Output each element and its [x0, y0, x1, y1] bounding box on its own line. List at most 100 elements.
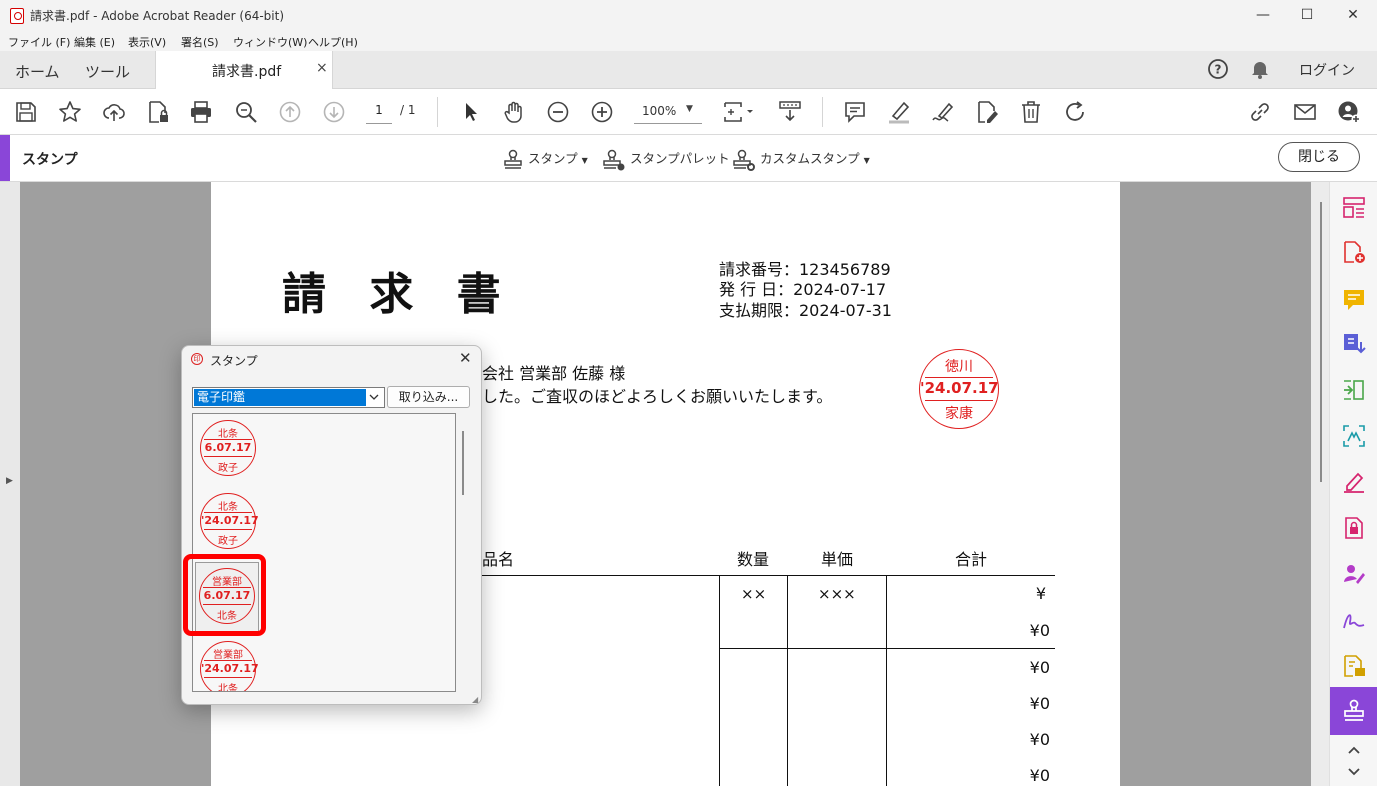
- seal-app-icon: 印: [191, 353, 203, 365]
- next-page-icon[interactable]: [322, 100, 346, 124]
- stamp-item[interactable]: 営業部 '24.07.17 北条: [200, 641, 259, 691]
- stamp-dropdown-button[interactable]: スタンプ ▼: [502, 148, 588, 171]
- dialog-close-icon[interactable]: ✕: [459, 349, 472, 367]
- request-signature-icon[interactable]: [1342, 562, 1366, 586]
- email-icon[interactable]: [1293, 100, 1317, 124]
- seal-divider: [924, 377, 994, 378]
- stamp-top-text: 北条: [218, 429, 238, 440]
- fill-sign-icon[interactable]: [1342, 470, 1366, 494]
- table-rule: [719, 575, 720, 786]
- close-tool-button[interactable]: 閉じる: [1278, 142, 1360, 172]
- tab-document[interactable]: 請求書.pdf ×: [155, 51, 333, 89]
- stamp-rail-button[interactable]: [1330, 687, 1377, 735]
- stamp-item[interactable]: 北条 6.07.17 政子: [200, 420, 256, 476]
- menu-bar: ファイル (F) 編集 (E) 表示(V) 署名(S) ウィンドウ(W) ヘルプ…: [0, 31, 1377, 51]
- stamp-list-scrollbar[interactable]: [462, 431, 464, 495]
- stamp-date: '24.07.17: [201, 662, 259, 675]
- stamp-category-select[interactable]: 電子印鑑: [192, 387, 385, 408]
- bookmark-star-icon[interactable]: [58, 100, 82, 124]
- menu-edit[interactable]: 編集 (E): [74, 34, 115, 50]
- selection-highlight: [183, 554, 266, 636]
- hand-tool-icon[interactable]: [502, 100, 526, 124]
- table-cell-total: ¥0: [1029, 621, 1050, 640]
- stamp-palette-label: スタンプパレット: [629, 151, 730, 166]
- add-user-icon[interactable]: [1337, 100, 1361, 124]
- import-button[interactable]: 取り込み...: [387, 386, 470, 408]
- menu-sign[interactable]: 署名(S): [181, 34, 219, 50]
- custom-stamp-label: カスタムスタンプ: [759, 151, 860, 166]
- custom-stamp-button[interactable]: カスタムスタンプ ▼: [732, 148, 870, 171]
- table-rule: [886, 575, 887, 786]
- resize-grip-icon[interactable]: ◢: [472, 695, 478, 704]
- left-panel-toggle[interactable]: ▶: [0, 182, 20, 786]
- table-cell-price: ×××: [818, 585, 856, 603]
- cloud-upload-icon[interactable]: [102, 100, 126, 124]
- print-icon[interactable]: [189, 100, 213, 124]
- login-button[interactable]: ログイン: [1299, 60, 1355, 80]
- comment-rail-icon[interactable]: [1342, 288, 1366, 312]
- zoom-search-icon[interactable]: [234, 100, 258, 124]
- maximize-button[interactable]: ☐: [1284, 4, 1330, 26]
- highlight-pen-icon[interactable]: [887, 100, 911, 124]
- invoice-title: 請 求 書: [282, 269, 515, 320]
- help-icon[interactable]: ?: [1207, 58, 1229, 80]
- stamp-item[interactable]: 北条 '24.07.17 政子: [200, 493, 259, 549]
- measure-tool-icon[interactable]: [1342, 654, 1366, 678]
- export-pdf-icon[interactable]: [1342, 332, 1366, 356]
- stamp-palette-button[interactable]: スタンプパレット: [602, 148, 730, 171]
- edit-pdf-icon[interactable]: [975, 100, 999, 124]
- certificate-sign-icon[interactable]: [1342, 608, 1366, 632]
- trash-icon[interactable]: [1019, 100, 1043, 124]
- scroll-mode-icon[interactable]: [778, 100, 802, 124]
- seal-date: '24.07.17: [920, 379, 999, 397]
- close-tab-icon[interactable]: ×: [316, 60, 328, 76]
- expand-panel-icon[interactable]: ▶: [6, 476, 13, 486]
- page-fit-icon[interactable]: [722, 100, 756, 124]
- stamp-divider: [204, 677, 252, 678]
- page-total: / 1: [400, 103, 416, 117]
- stamp-tool-label: スタンプ: [22, 152, 78, 168]
- chevron-up-icon[interactable]: [1347, 744, 1361, 758]
- stamp-top-text: 北条: [218, 502, 238, 513]
- scrollbar-thumb[interactable]: [1320, 202, 1322, 482]
- select-cursor-icon[interactable]: [459, 100, 483, 124]
- menu-file[interactable]: ファイル (F): [8, 34, 70, 50]
- comment-icon[interactable]: [843, 100, 867, 124]
- zoom-in-icon[interactable]: [590, 100, 614, 124]
- zoom-select[interactable]: 100% ▼: [634, 101, 702, 124]
- draw-sign-icon[interactable]: [931, 100, 955, 124]
- seal-stamp[interactable]: 徳川 '24.07.17 家康: [919, 349, 999, 429]
- zoom-out-icon[interactable]: [546, 100, 570, 124]
- previous-page-icon[interactable]: [278, 100, 302, 124]
- close-window-button[interactable]: ✕: [1330, 4, 1376, 26]
- chevron-down-icon[interactable]: [1347, 766, 1361, 780]
- rotate-icon[interactable]: [1063, 100, 1087, 124]
- organize-pages-icon[interactable]: [1342, 196, 1366, 220]
- vertical-scrollbar[interactable]: [1311, 182, 1329, 786]
- table-cell-total: ¥0: [1029, 766, 1050, 785]
- menu-window[interactable]: ウィンドウ(W): [233, 34, 307, 50]
- stamp-divider: [204, 529, 252, 530]
- create-pdf-icon[interactable]: [1342, 240, 1366, 264]
- stamp-toolbar: スタンプ スタンプ ▼ スタンプパレット カスタムスタンプ ▼ 閉じる: [0, 135, 1377, 182]
- menu-help[interactable]: ヘルプ(H): [308, 34, 358, 50]
- table-cell-total: ¥0: [1029, 730, 1050, 749]
- chevron-down-icon: [369, 389, 379, 408]
- share-link-icon[interactable]: [1248, 100, 1272, 124]
- bell-icon[interactable]: [1250, 59, 1270, 79]
- recipient-line: 会社 営業部 佐藤 様: [482, 364, 626, 383]
- tab-tools[interactable]: ツール: [85, 61, 130, 82]
- save-icon[interactable]: [14, 100, 38, 124]
- protect-pdf-icon[interactable]: [1342, 516, 1366, 540]
- protect-file-icon[interactable]: [146, 100, 170, 124]
- scan-ocr-icon[interactable]: [1342, 424, 1366, 448]
- tab-bar: ホーム ツール 請求書.pdf × ? ログイン: [0, 51, 1377, 89]
- tab-home[interactable]: ホーム: [15, 61, 60, 82]
- stamp-bottom-text: 政子: [218, 536, 238, 547]
- combine-files-icon[interactable]: [1342, 378, 1366, 402]
- page-number-input[interactable]: 1: [366, 103, 392, 124]
- stamp-date: 6.07.17: [204, 441, 252, 454]
- menu-view[interactable]: 表示(V): [128, 34, 166, 50]
- stamp-palette-icon: [603, 149, 625, 170]
- minimize-button[interactable]: —: [1240, 4, 1286, 26]
